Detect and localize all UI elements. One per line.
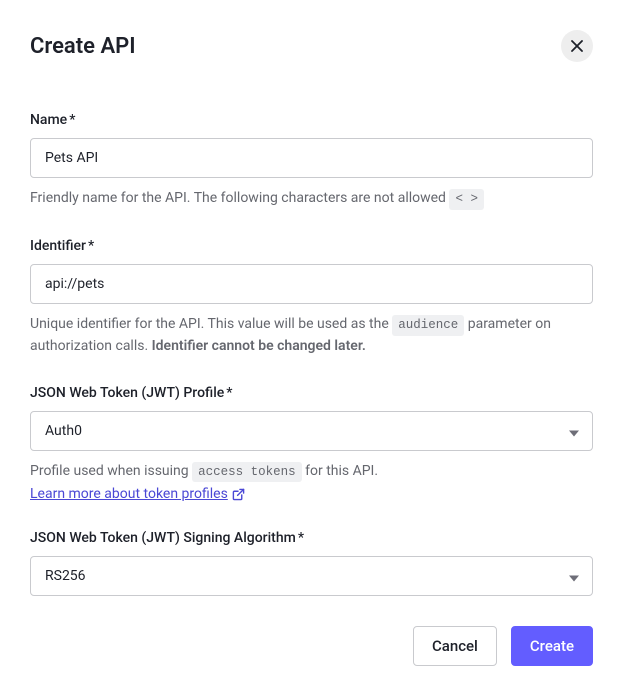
- jwt-profile-field-group: JSON Web Token (JWT) Profile* Auth0 Prof…: [30, 385, 593, 503]
- dialog-header: Create API: [30, 30, 593, 62]
- name-field-group: Name* Friendly name for the API. The fol…: [30, 112, 593, 210]
- identifier-input[interactable]: [30, 264, 593, 304]
- jwt-profile-help-text: Profile used when issuing access tokens …: [30, 461, 593, 483]
- identifier-label: Identifier*: [30, 238, 593, 254]
- jwt-profile-label: JSON Web Token (JWT) Profile*: [30, 385, 593, 401]
- create-button[interactable]: Create: [511, 626, 593, 666]
- dialog-title: Create API: [30, 34, 136, 59]
- jwt-profile-help-code: access tokens: [192, 462, 302, 483]
- identifier-help-prefix: Unique identifier for the API. This valu…: [30, 316, 392, 332]
- name-input[interactable]: [30, 138, 593, 178]
- external-link-icon: [232, 488, 245, 501]
- cancel-button[interactable]: Cancel: [413, 626, 497, 666]
- jwt-algorithm-field-group: JSON Web Token (JWT) Signing Algorithm* …: [30, 530, 593, 596]
- required-marker: *: [298, 530, 304, 546]
- name-help-code: < >: [449, 189, 484, 210]
- required-marker: *: [69, 112, 75, 128]
- required-marker: *: [88, 238, 94, 254]
- close-icon: [571, 40, 583, 52]
- jwt-profile-help-suffix: for this API.: [302, 463, 378, 479]
- jwt-profile-label-text: JSON Web Token (JWT) Profile: [30, 385, 224, 401]
- required-marker: *: [226, 385, 232, 401]
- jwt-profile-select[interactable]: Auth0: [30, 411, 593, 451]
- name-label: Name*: [30, 112, 593, 128]
- jwt-profile-help-prefix: Profile used when issuing: [30, 463, 192, 479]
- jwt-algorithm-label: JSON Web Token (JWT) Signing Algorithm*: [30, 530, 593, 546]
- jwt-profile-select-wrapper: Auth0: [30, 411, 593, 451]
- name-help-text: Friendly name for the API. The following…: [30, 188, 593, 210]
- dialog-footer: Cancel Create: [30, 626, 593, 666]
- close-button[interactable]: [561, 30, 593, 62]
- identifier-help-bold: Identifier cannot be changed later.: [152, 338, 366, 354]
- identifier-label-text: Identifier: [30, 238, 86, 254]
- identifier-field-group: Identifier* Unique identifier for the AP…: [30, 238, 593, 357]
- jwt-algorithm-select[interactable]: RS256: [30, 556, 593, 596]
- name-help-prefix: Friendly name for the API. The following…: [30, 190, 449, 206]
- name-label-text: Name: [30, 112, 67, 128]
- learn-more-link-text: Learn more about token profiles: [30, 486, 228, 502]
- identifier-help-text: Unique identifier for the API. This valu…: [30, 314, 593, 357]
- learn-more-link[interactable]: Learn more about token profiles: [30, 486, 245, 502]
- identifier-help-code: audience: [392, 315, 464, 336]
- jwt-algorithm-select-wrapper: RS256: [30, 556, 593, 596]
- jwt-algorithm-label-text: JSON Web Token (JWT) Signing Algorithm: [30, 530, 296, 546]
